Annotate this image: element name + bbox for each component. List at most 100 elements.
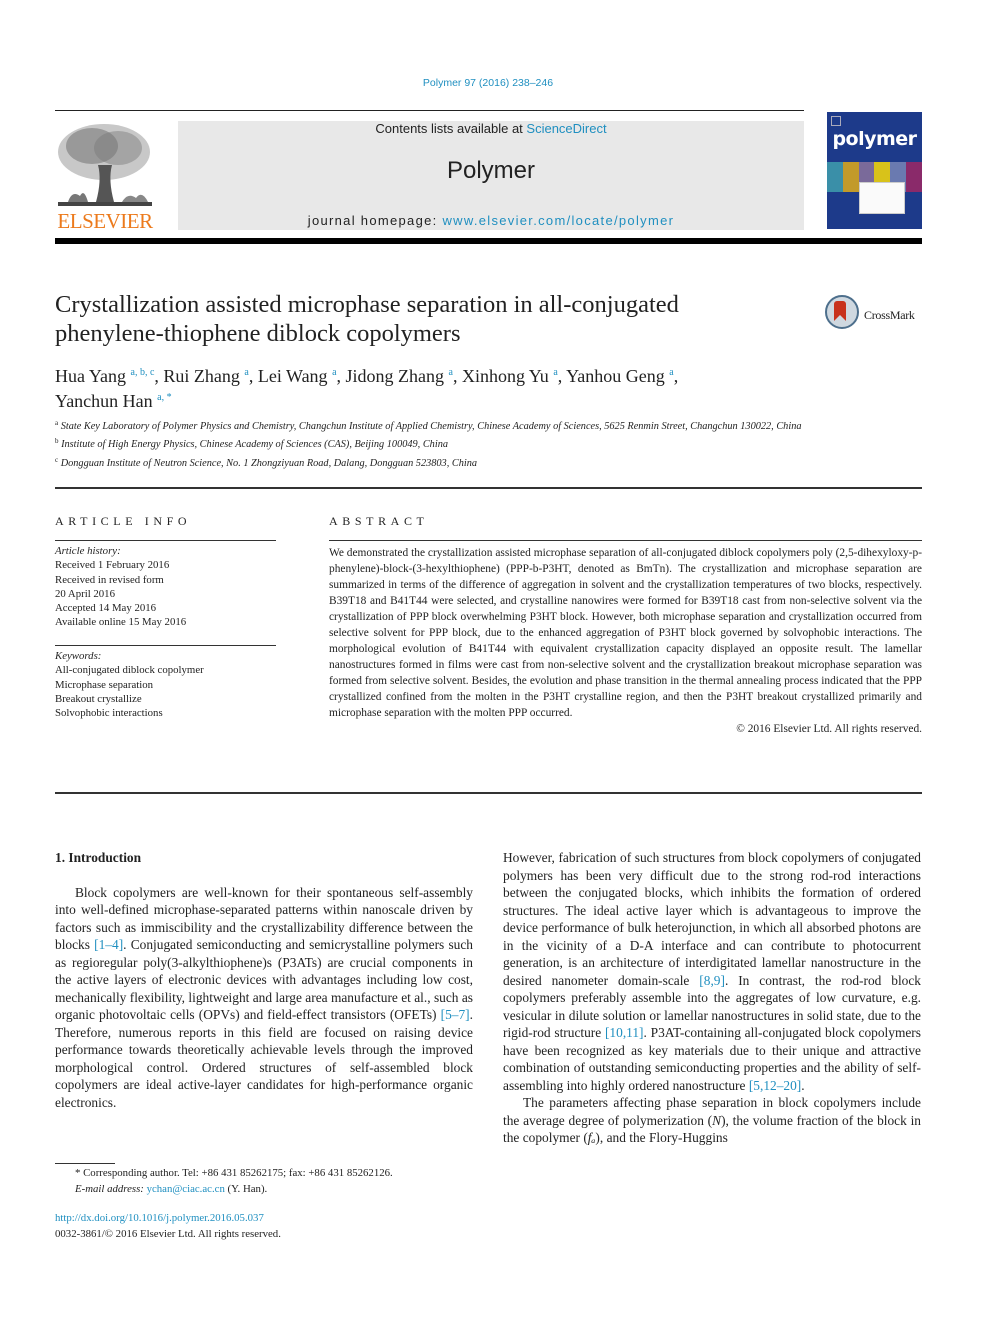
abstract: We demonstrated the crystallization assi…: [329, 545, 922, 737]
author[interactable]: Yanhou Geng a: [566, 366, 674, 386]
abstract-copyright: © 2016 Elsevier Ltd. All rights reserved…: [736, 723, 922, 735]
citation-link[interactable]: [5,12–20]: [749, 1078, 801, 1093]
masthead-rule: [55, 238, 922, 244]
history-item: Available online 15 May 2016: [55, 616, 187, 629]
title-line-2: phenylene-thiophene diblock copolymers: [55, 320, 461, 347]
affiliation-text: Dongguan Institute of Neutron Science, N…: [60, 457, 478, 469]
affiliation-marker: b: [55, 437, 59, 446]
email-label: E-mail address:: [75, 1183, 147, 1195]
author-name: Rui Zhang: [163, 366, 240, 386]
keyword: All-conjugated diblock copolymer: [55, 664, 204, 677]
body-column-left: 1. Introduction Block copolymers are wel…: [55, 849, 473, 1111]
affiliation: a State Key Laboratory of Polymer Physic…: [55, 416, 815, 434]
math-symbol: N: [712, 1112, 722, 1128]
affiliation-marker: a: [55, 419, 59, 427]
homepage-line: journal homepage: www.elsevier.com/locat…: [178, 213, 804, 228]
keyword: Microphase separation: [55, 678, 154, 691]
corresponding-author-note: * Corresponding author. Tel: +86 431 852…: [75, 1167, 393, 1179]
author-name: Yanhou Geng: [566, 366, 665, 386]
citation-link[interactable]: [10,11]: [605, 1025, 644, 1040]
crossmark-label: CrossMark: [864, 308, 915, 322]
homepage-link[interactable]: www.elsevier.com/locate/polymer: [442, 213, 674, 228]
citation-link[interactable]: [1–4]: [94, 937, 123, 952]
abstract-heading: ABSTRACT: [329, 514, 429, 528]
footnote-rule: [55, 1163, 115, 1164]
email-line: E-mail address: ychan@ciac.ac.cn (Y. Han…: [55, 1181, 475, 1197]
author-name: Hua Yang: [55, 366, 127, 386]
contents-line: Contents lists available at ScienceDirec…: [178, 121, 804, 136]
author[interactable]: Lei Wang a: [258, 366, 337, 386]
paragraph: Block copolymers are well-known for thei…: [55, 884, 473, 1110]
keyword: Breakout crystallize: [55, 692, 142, 705]
elsevier-logo[interactable]: ELSEVIER: [54, 120, 156, 234]
author[interactable]: Hua Yang a, b, c: [55, 366, 154, 386]
author[interactable]: Jidong Zhang a: [346, 366, 453, 386]
body-column-right: However, fabrication of such structures …: [503, 849, 921, 1147]
author-name: Lei Wang: [257, 366, 328, 386]
citation-link[interactable]: [5–7]: [441, 1007, 470, 1022]
homepage-prefix: journal homepage:: [307, 213, 443, 228]
history-item: Accepted 14 May 2016: [55, 602, 157, 615]
author[interactable]: Rui Zhang a: [163, 366, 248, 386]
keywords-label: Keywords:: [55, 650, 102, 662]
contents-prefix: Contents lists available at: [375, 121, 527, 136]
author-name: Jidong Zhang: [345, 366, 445, 386]
author-name: Xinhong Yu: [461, 366, 549, 386]
affiliation: c Dongguan Institute of Neutron Science,…: [55, 453, 815, 471]
author-list: Hua Yang a, b, c, Rui Zhang a, Lei Wang …: [55, 362, 815, 412]
author-separator: ,: [452, 366, 462, 386]
author-name: Yanchun Han: [55, 391, 153, 411]
citation-link[interactable]: [8,9]: [699, 973, 725, 988]
author-separator: ,: [673, 366, 679, 386]
history-label: Article history:: [55, 545, 121, 557]
header-rule: [55, 110, 804, 111]
article-info-heading: ARTICLE INFO: [55, 514, 192, 528]
sciencedirect-link[interactable]: ScienceDirect: [526, 121, 606, 136]
doi-link[interactable]: http://dx.doi.org/10.1016/j.polymer.2016…: [55, 1210, 264, 1226]
author-separator: ,: [336, 366, 346, 386]
keyword: Solvophobic interactions: [55, 707, 163, 720]
tree-icon: [58, 124, 152, 206]
body-divider: [55, 792, 922, 794]
journal-masthead: Contents lists available at ScienceDirec…: [178, 121, 804, 230]
section-divider: [55, 487, 922, 489]
author[interactable]: Yanchun Han a, *: [55, 391, 172, 411]
email-link[interactable]: ychan@ciac.ac.cn: [147, 1183, 225, 1195]
publisher-logo-text: ELSEVIER: [57, 209, 153, 233]
affiliation-text: Institute of High Energy Physics, Chines…: [61, 439, 448, 451]
journal-reference[interactable]: Polymer 97 (2016) 238–246: [0, 77, 976, 89]
title-line-1: Crystallization assisted microphase sepa…: [55, 291, 679, 318]
email-suffix: (Y. Han).: [224, 1183, 268, 1195]
affiliation: b Institute of High Energy Physics, Chin…: [55, 434, 815, 452]
crossmark-button[interactable]: CrossMark: [825, 295, 925, 335]
keywords: Keywords: All-conjugated diblock copolym…: [55, 649, 276, 720]
article-title: Crystallization assisted microphase sepa…: [55, 290, 795, 348]
author-separator: ,: [248, 366, 258, 386]
author-affiliation-sup[interactable]: a, *: [157, 392, 171, 403]
cover-title: polymer: [832, 128, 917, 150]
history-item: Received in revised form: [55, 573, 164, 586]
footnote-corresponding: * Corresponding author. Tel: +86 431 852…: [55, 1165, 475, 1197]
abstract-rule: [329, 540, 922, 541]
crossmark-notch: [834, 315, 846, 321]
journal-cover[interactable]: polymer: [827, 112, 922, 229]
history-item: 20 April 2016: [55, 587, 115, 600]
keywords-rule: [55, 645, 276, 646]
cover-figure-inset: [859, 182, 905, 214]
author[interactable]: Xinhong Yu a: [462, 366, 558, 386]
affiliation-text: State Key Laboratory of Polymer Physics …: [60, 421, 802, 432]
math-symbol: fₐ: [587, 1130, 596, 1145]
author-affiliation-sup[interactable]: a, b, c: [131, 367, 155, 378]
paragraph: However, fabrication of such structures …: [503, 850, 922, 1093]
abstract-text: We demonstrated the crystallization assi…: [329, 547, 922, 719]
section-heading-introduction: 1. Introduction: [55, 850, 142, 865]
journal-title: Polymer: [446, 157, 536, 184]
paragraph: The parameters affecting phase separatio…: [503, 1095, 921, 1145]
history-item: Received 1 February 2016: [55, 559, 170, 572]
article-history: Article history: Received 1 February 201…: [55, 544, 276, 630]
cover-badge-icon: [831, 116, 841, 126]
affiliations: a State Key Laboratory of Polymer Physic…: [55, 416, 815, 471]
author-separator: ,: [557, 366, 567, 386]
issn-copyright: 0032-3861/© 2016 Elsevier Ltd. All right…: [55, 1228, 281, 1240]
article-info-rule: [55, 540, 276, 541]
